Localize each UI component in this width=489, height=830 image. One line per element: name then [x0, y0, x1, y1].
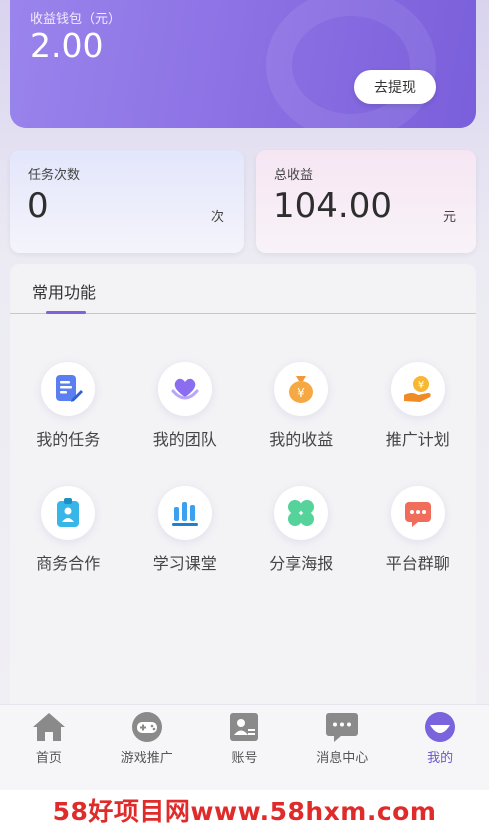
nav-label: 游戏推广	[120, 751, 173, 766]
nav-label: 首页	[35, 751, 62, 766]
money-bag-icon: ¥	[274, 362, 329, 416]
wallet-amount: 2.00	[30, 26, 104, 65]
wallet-decoration	[266, 0, 436, 128]
function-platform-group-chat[interactable]: 平台群聊	[360, 486, 477, 610]
wallet-label: 收益钱包（元）	[30, 12, 122, 27]
function-business-cooperation[interactable]: 商务合作	[10, 486, 127, 610]
nav-tab-mine[interactable]: 我的	[391, 705, 489, 790]
panel-title[interactable]: 常用功能	[32, 279, 96, 303]
task-count-value: 0	[27, 186, 49, 226]
svg-text:¥: ¥	[418, 380, 424, 391]
nav-label: 账号	[231, 751, 258, 766]
withdraw-button[interactable]: 去提现	[354, 70, 436, 104]
function-label: 推广计划	[385, 430, 450, 449]
team-icon	[157, 362, 212, 416]
total-income-unit: 元	[442, 210, 456, 225]
function-my-tasks[interactable]: 我的任务	[10, 362, 127, 486]
function-share-poster[interactable]: 分享海报	[243, 486, 360, 610]
wallet-card: 收益钱包（元） 2.00 去提现	[10, 0, 476, 128]
nav-tab-home[interactable]: 首页	[0, 705, 98, 790]
function-label: 分享海报	[269, 554, 334, 573]
task-count-title: 任务次数	[28, 168, 81, 183]
message-icon	[326, 713, 359, 742]
gamepad-icon	[131, 712, 162, 742]
function-label: 商务合作	[36, 554, 101, 573]
task-count-unit: 次	[210, 210, 224, 225]
panel-header: 常用功能	[10, 264, 476, 314]
home-icon	[32, 713, 65, 741]
nav-tab-game-promotion[interactable]: 游戏推广	[98, 705, 196, 790]
function-label: 学习课堂	[152, 554, 217, 573]
function-learning-classroom[interactable]: 学习课堂	[127, 486, 244, 610]
function-label: 我的任务	[36, 430, 101, 449]
tab-underline	[46, 311, 86, 314]
nav-tab-message-center[interactable]: 消息中心	[293, 705, 391, 790]
profile-icon	[425, 712, 456, 742]
nav-label: 我的	[427, 751, 454, 766]
share-poster-icon	[274, 486, 329, 540]
function-label: 我的收益	[269, 430, 334, 449]
total-income-value: 104.00	[273, 186, 392, 226]
task-icon	[41, 362, 96, 416]
common-functions-panel: 常用功能 我的任务 我的团队 ¥ 我的收益 ¥ 推广计划 商务合作 学习课堂 分…	[10, 264, 476, 704]
nav-label: 消息中心	[316, 751, 369, 766]
nav-tab-account[interactable]: 账号	[196, 705, 294, 790]
classroom-icon	[157, 486, 212, 540]
function-my-income[interactable]: ¥ 我的收益	[243, 362, 360, 486]
promotion-icon: ¥	[390, 362, 445, 416]
svg-text:¥: ¥	[297, 386, 305, 400]
watermark-text: 58好项目网www.58hxm.com	[0, 790, 489, 830]
function-label: 平台群聊	[385, 554, 450, 573]
function-grid: 我的任务 我的团队 ¥ 我的收益 ¥ 推广计划 商务合作 学习课堂 分享海报 平…	[10, 362, 476, 610]
function-my-team[interactable]: 我的团队	[127, 362, 244, 486]
bottom-nav: 首页 游戏推广 账号 消息中心 我的	[0, 704, 489, 790]
task-count-card: 任务次数 0 次	[10, 150, 244, 253]
group-chat-icon	[390, 486, 445, 540]
function-promotion-plan[interactable]: ¥ 推广计划	[360, 362, 477, 486]
function-label: 我的团队	[152, 430, 217, 449]
business-icon	[41, 486, 96, 540]
total-income-card: 总收益 104.00 元	[256, 150, 476, 253]
total-income-title: 总收益	[274, 168, 314, 183]
account-icon	[230, 713, 259, 741]
